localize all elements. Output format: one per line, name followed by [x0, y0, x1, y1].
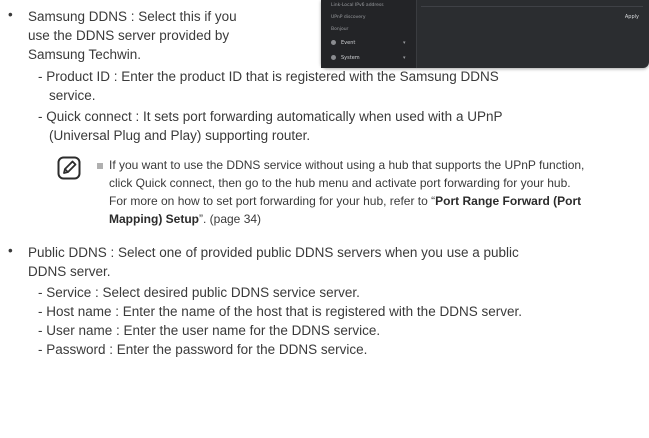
samsung-ddns-line3: Samsung Techwin. [28, 47, 142, 62]
port-range-forward-link[interactable]: Port Range Forward (Port [435, 194, 581, 208]
user-name-line: - User name : Enter the user name for th… [38, 323, 381, 338]
samsung-ddns-line1: Samsung DDNS : Select this if you [28, 9, 237, 24]
apply-button: Apply [624, 14, 639, 20]
bullet-dot: • [8, 7, 13, 22]
gear-icon [331, 55, 336, 60]
note-line4: Mapping) Setup”. (page 34) [109, 210, 261, 228]
product-id-line1: - Product ID : Enter the product ID that… [38, 69, 499, 84]
public-ddns-line2: DDNS server. [28, 264, 111, 279]
divider [421, 6, 643, 7]
quick-connect-line2: (Universal Plug and Play) supporting rou… [49, 128, 311, 143]
password-line: - Password : Enter the password for the … [38, 342, 368, 357]
menu-item-upnp: UPnP discovery [331, 15, 366, 20]
note-bullet [97, 163, 103, 169]
note-pencil-icon [57, 156, 81, 180]
ddns-ui-screenshot: Link-Local IPv6 address UPnP discovery B… [321, 0, 649, 68]
menu-item-event: Event [331, 40, 355, 46]
product-id-line2: service. [49, 88, 96, 103]
menu-item-link-local: Link-Local IPv6 address [331, 3, 384, 8]
menu-sidebar: Link-Local IPv6 address UPnP discovery B… [321, 0, 417, 68]
samsung-ddns-line2: use the DDNS server provided by [28, 28, 230, 43]
public-ddns-line1: Public DDNS : Select one of provided pub… [28, 245, 519, 260]
menu-item-event-label: Event [341, 40, 356, 46]
note-line4-text: ”. (page 34) [199, 212, 262, 226]
chevron-down-icon: ▾ [403, 55, 406, 61]
host-name-line: - Host name : Enter the name of the host… [38, 304, 522, 319]
chevron-down-icon: ▾ [403, 40, 406, 46]
note-line2: click Quick connect, then go to the hub … [109, 176, 571, 190]
mapping-setup-link[interactable]: Mapping) Setup [109, 212, 199, 226]
bullet-dot: • [8, 243, 13, 258]
service-line: - Service : Select desired public DDNS s… [38, 285, 360, 300]
event-icon [331, 40, 336, 45]
note-line3: For more on how to set port forwarding f… [109, 192, 581, 210]
note-line1: If you want to use the DDNS service with… [109, 158, 585, 172]
menu-item-bonjour: Bonjour [331, 27, 349, 32]
quick-connect-line1: - Quick connect : It sets port forwardin… [38, 109, 503, 124]
menu-item-system: System [331, 55, 360, 61]
note-line3-text: For more on how to set port forwarding f… [109, 194, 436, 208]
menu-item-system-label: System [341, 55, 360, 61]
